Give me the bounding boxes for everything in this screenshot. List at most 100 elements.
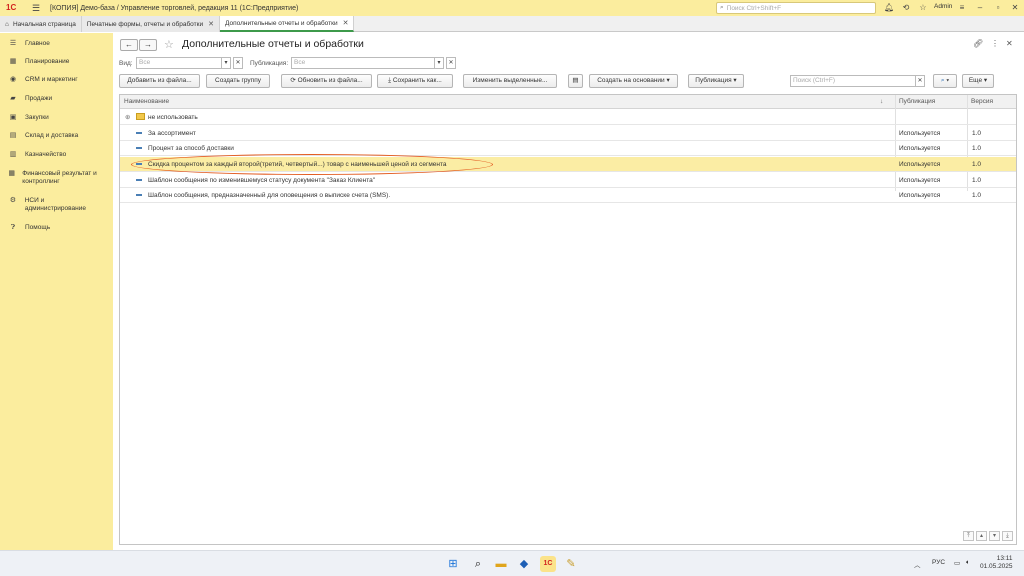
update-from-file-button[interactable]: ⟳ Обновить из файла... [281, 74, 372, 88]
sidebar-item-planning[interactable]: ▦ Планирование [0, 58, 70, 66]
sidebar-item-label: Казначейство [25, 151, 67, 158]
close-tab-icon[interactable]: ✕ [343, 19, 349, 27]
title-bar: 1С ☰ [КОПИЯ] Демо-база / Управление торг… [0, 0, 1024, 16]
row-publication: Используется [899, 130, 941, 137]
create-group-button[interactable]: Создать группу [206, 74, 270, 88]
scroll-last-icon[interactable]: ⤓ [1002, 531, 1013, 541]
tray-chevron-icon[interactable]: ︿ [914, 559, 921, 569]
forward-button[interactable]: → [139, 39, 157, 51]
app-icon[interactable]: ◆ [516, 556, 532, 572]
view-filter-dropdown-icon[interactable]: ▾ [221, 57, 231, 69]
menu-icon: ☰ [9, 40, 17, 47]
publication-filter-input[interactable]: Все [291, 57, 435, 69]
list-settings-icon[interactable]: ▤ [568, 74, 583, 88]
clock[interactable]: 13:11 01.05.2025 [980, 555, 1013, 571]
main-menu-icon[interactable]: ☰ [32, 3, 42, 14]
keyboard-language[interactable]: РУС [932, 559, 945, 566]
sidebar-item-help[interactable]: ❓︎ Помощь [0, 224, 50, 232]
link-icon[interactable]: 🔗︎ [973, 39, 983, 48]
item-icon [136, 194, 142, 196]
scroll-down-icon[interactable]: ▾ [989, 531, 1000, 541]
add-from-file-button[interactable]: Добавить из файла... [119, 74, 200, 88]
row-version: 1.0 [972, 130, 982, 137]
1c-configurator-icon[interactable]: ✎ [563, 556, 579, 572]
edit-selected-button[interactable]: Изменить выделенные... [463, 74, 557, 88]
table-row[interactable]: Шаблон сообщения по изменившемуся статус… [120, 173, 1016, 188]
1c-taskbar-icon[interactable]: 1С [540, 556, 556, 572]
column-header-publication[interactable]: Публикация [899, 98, 935, 105]
calendar-icon: ▦ [9, 58, 17, 65]
table-row-selected[interactable]: Скидка процентом за каждый второй(третий… [120, 154, 1016, 175]
sidebar-item-main[interactable]: ☰ Главное [0, 40, 50, 48]
settings-menu-icon[interactable]: ≡ [957, 3, 967, 13]
publication-filter-clear-icon[interactable]: ✕ [446, 57, 456, 69]
scroll-up-icon[interactable]: ▴ [976, 531, 987, 541]
sidebar-item-crm[interactable]: ◉ CRM и маркетинг [0, 76, 78, 84]
sidebar-item-label: Закупки [25, 114, 49, 121]
row-version: 1.0 [972, 161, 982, 168]
page-title: Дополнительные отчеты и обработки [182, 38, 364, 50]
sidebar-item-finance[interactable]: ▦ Финансовый результат и контроллинг [0, 170, 105, 186]
tab-additional-reports[interactable]: Дополнительные отчеты и обработки ✕ [219, 16, 355, 32]
more-button[interactable]: Еще ▾ [962, 74, 994, 88]
maximize-icon[interactable]: ▫ [993, 3, 1003, 13]
table-header: Наименование ↓ Публикация Версия [120, 95, 1016, 109]
list-search-clear-icon[interactable]: ✕ [915, 75, 925, 87]
favorite-star-icon[interactable]: ☆ [164, 38, 174, 51]
expand-icon[interactable]: ⊕ [125, 113, 130, 121]
search-icon[interactable]: ⌕ [470, 556, 486, 572]
publication-filter-label: Публикация: [250, 60, 289, 67]
view-filter-input[interactable]: Все [136, 57, 222, 69]
column-header-name[interactable]: Наименование [124, 98, 169, 105]
close-window-icon[interactable]: ✕ [1010, 3, 1020, 13]
file-explorer-icon[interactable]: ▬ [493, 556, 509, 572]
create-based-on-button[interactable]: Создать на основании ▾ [589, 74, 678, 88]
star-icon[interactable]: ☆ [918, 3, 928, 13]
sidebar-item-admin[interactable]: ⚙ НСИ и администрирование [0, 197, 105, 213]
help-icon: ❓︎ [10, 224, 16, 231]
open-tabs-bar: ⌂ Начальная страница Печатные формы, отч… [0, 16, 1024, 32]
publication-menu-button[interactable]: Публикация ▾ [688, 74, 744, 88]
history-icon[interactable]: ⟲ [901, 3, 911, 13]
column-header-version[interactable]: Версия [971, 98, 993, 105]
network-icon[interactable]: ▭ [954, 559, 960, 567]
close-form-icon[interactable]: ✕ [1006, 39, 1013, 48]
volume-icon[interactable]: 🔈︎ [966, 559, 970, 567]
back-button[interactable]: ← [120, 39, 138, 51]
global-search-input[interactable]: ⌕ Поиск Ctrl+Shift+F [716, 2, 876, 14]
sidebar-item-warehouse[interactable]: ▤ Склад и доставка [0, 132, 79, 140]
global-search-placeholder: Поиск Ctrl+Shift+F [726, 4, 782, 12]
search-button[interactable]: ⌕ ▾ [933, 74, 957, 88]
sidebar-item-purchases[interactable]: ▣ Закупки [0, 114, 49, 122]
row-publication: Используется [899, 145, 941, 152]
windows-start-icon[interactable]: ⊞ [445, 556, 461, 572]
bell-icon[interactable]: 🔔︎ [884, 3, 894, 13]
row-name: За ассортимент [148, 130, 196, 137]
purchases-icon: ▣ [9, 114, 17, 121]
list-search-input[interactable]: Поиск (Ctrl+F) [790, 75, 916, 87]
tab-print-forms[interactable]: Печатные формы, отчеты и обработки ✕ [81, 16, 220, 32]
magnifier-icon: ⌕ [940, 77, 945, 84]
app-logo: 1С [6, 3, 17, 12]
sidebar-item-treasury[interactable]: ▥ Казначейство [0, 151, 67, 159]
publication-filter-dropdown-icon[interactable]: ▾ [434, 57, 444, 69]
minimize-icon[interactable]: – [975, 3, 985, 13]
user-name[interactable]: Admin [934, 3, 952, 10]
windows-taskbar: ⊞ ⌕ ▬ ◆ 1С ✎ ︿ РУС ▭ 🔈︎ 13:11 01.05.2025 [0, 550, 1024, 576]
table-row[interactable]: ⊕ не использовать [120, 110, 1016, 125]
sort-arrow-icon[interactable]: ↓ [880, 98, 883, 105]
window-title: [КОПИЯ] Демо-база / Управление торговлей… [50, 4, 299, 12]
sidebar-item-sales[interactable]: ▰ Продажи [0, 95, 52, 103]
view-filter-clear-icon[interactable]: ✕ [233, 57, 243, 69]
sidebar-item-label: CRM и маркетинг [25, 76, 78, 83]
update-from-file-label: Обновить из файла... [297, 77, 363, 84]
tab-label: Печатные формы, отчеты и обработки [86, 20, 204, 28]
table-row[interactable]: Шаблон сообщения, предназначенный для оп… [120, 188, 1016, 203]
save-as-button[interactable]: ⤓ Сохранить как... [377, 74, 453, 88]
close-tab-icon[interactable]: ✕ [208, 20, 214, 28]
scroll-first-icon[interactable]: ⤒ [963, 531, 974, 541]
table-row[interactable]: За ассортимент Используется 1.0 [120, 126, 1016, 141]
tab-home[interactable]: ⌂ Начальная страница [0, 16, 82, 32]
main-content: ← → ☆ Дополнительные отчеты и обработки … [113, 33, 1024, 550]
more-vertical-icon[interactable]: ⋮ [991, 39, 999, 48]
